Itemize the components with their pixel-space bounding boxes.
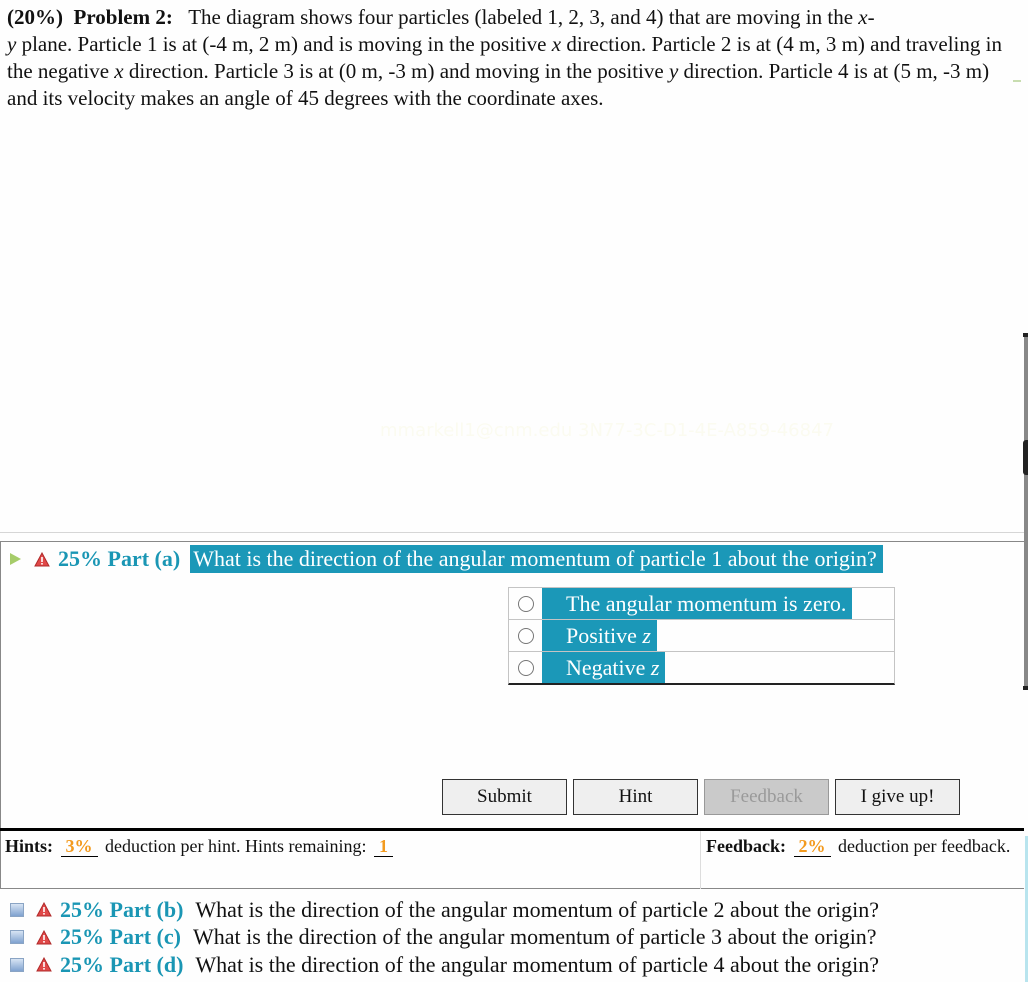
warning-icon xyxy=(36,929,52,945)
action-buttons: Submit Hint Feedback I give up! xyxy=(442,779,963,815)
part-b-label: 25% Part (b) xyxy=(60,896,184,922)
hints-remaining: 1 xyxy=(373,836,393,857)
part-d-question: What is the direction of the angular mom… xyxy=(195,951,880,977)
collapsed-box-icon[interactable] xyxy=(10,930,24,945)
choice-label: Positive z xyxy=(542,620,657,651)
hint-deduction: 3% xyxy=(60,836,98,857)
warning-icon xyxy=(36,902,52,917)
play-icon[interactable] xyxy=(10,553,21,565)
problem-title: Problem 2: xyxy=(73,5,173,29)
problem-statement: (20%) Problem 2: The diagram shows four … xyxy=(7,4,1007,112)
part-d-item[interactable]: 25% Part (d) What is the direction of th… xyxy=(8,951,879,979)
feedback-button: Feedback xyxy=(704,779,829,815)
divider xyxy=(0,828,1024,831)
hints-info: Hints: 3% deduction per hint. Hints rema… xyxy=(5,836,396,857)
var-x: x xyxy=(858,5,868,29)
hint-button[interactable]: Hint xyxy=(573,779,698,815)
part-a-label: 25% Part (a) xyxy=(58,546,181,571)
problem-text: The diagram shows four particles (labele… xyxy=(188,5,859,29)
part-a-header: 25% Part (a) What is the direction of th… xyxy=(8,545,883,573)
choice-zero[interactable]: The angular momentum is zero. xyxy=(508,587,895,619)
answer-choices: The angular momentum is zero. Positive z… xyxy=(508,587,895,685)
var-x: x xyxy=(551,32,562,56)
radio-button[interactable] xyxy=(517,659,534,676)
choice-label: The angular momentum is zero. xyxy=(542,588,853,619)
collapsed-box-icon[interactable] xyxy=(10,902,24,917)
problem-text: - xyxy=(867,5,875,29)
part-a-question: What is the direction of the angular mom… xyxy=(190,545,883,573)
hints-label: Hints: xyxy=(5,836,54,856)
choice-negative-z[interactable]: Negative z xyxy=(508,651,895,685)
part-b-question: What is the direction of the angular mom… xyxy=(195,896,880,922)
diagram-area xyxy=(0,148,1028,532)
part-b-item[interactable]: 25% Part (b) What is the direction of th… xyxy=(8,896,879,924)
problem-text: direction. Particle 3 is at (0 m, -3 m) … xyxy=(123,59,669,83)
problem-text: plane. Particle 1 is at (-4 m, 2 m) and … xyxy=(16,32,552,56)
radio-button[interactable] xyxy=(517,595,534,612)
collapsed-box-icon[interactable] xyxy=(10,957,24,972)
give-up-button[interactable]: I give up! xyxy=(835,779,960,815)
var-y: y xyxy=(668,59,679,83)
choice-label: Negative z xyxy=(542,652,666,683)
submit-button[interactable]: Submit xyxy=(442,779,567,815)
part-d-label: 25% Part (d) xyxy=(60,951,184,977)
part-c-item[interactable]: 25% Part (c) What is the direction of th… xyxy=(8,924,879,952)
var-y: y xyxy=(7,32,17,56)
var-x: x xyxy=(114,59,124,83)
feedback-text: deduction per feedback. xyxy=(838,836,1011,856)
radio-button[interactable] xyxy=(517,627,534,644)
choice-positive-z[interactable]: Positive z xyxy=(508,619,895,651)
decorative-dash xyxy=(1013,80,1021,82)
feedback-info: Feedback: 2% deduction per feedback. xyxy=(706,836,1028,857)
divider xyxy=(0,532,1024,533)
part-c-label: 25% Part (c) xyxy=(60,924,181,950)
divider xyxy=(700,831,701,889)
scrollbar-thumb[interactable] xyxy=(1023,440,1028,475)
hints-text: deduction per hint. Hints remaining: xyxy=(105,836,367,856)
warning-icon xyxy=(34,551,50,566)
part-c-question: What is the direction of the angular mom… xyxy=(192,924,877,950)
other-parts-list: 25% Part (b) What is the direction of th… xyxy=(8,896,879,979)
warning-icon xyxy=(36,957,52,972)
problem-weight: (20%) xyxy=(7,5,63,29)
scrollbar[interactable] xyxy=(1023,333,1028,690)
feedback-deduction: 2% xyxy=(793,836,831,857)
feedback-label: Feedback: xyxy=(706,836,786,856)
watermark: mmarkell1@cnm.edu 3N77-3C-D1-4E-A859-468… xyxy=(380,420,834,441)
